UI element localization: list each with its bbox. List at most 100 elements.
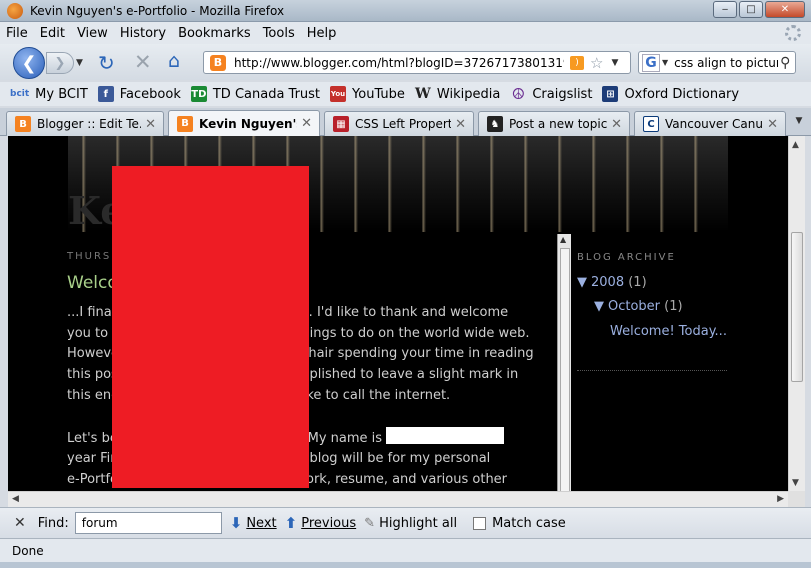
vertical-scrollbar[interactable]: ▲ ▼ (788, 136, 805, 491)
youtube-icon: You (330, 86, 347, 102)
close-button[interactable]: ✕ (765, 1, 805, 18)
menu-bar: File Edit View History Bookmarks Tools H… (0, 22, 811, 44)
archive-month-label[interactable]: October (608, 299, 660, 314)
match-case-label[interactable]: Match case (492, 516, 566, 531)
expand-triangle-icon[interactable]: ▼ (594, 299, 604, 314)
stop-icon: ✕ (134, 50, 152, 74)
tab-close-icon[interactable]: ✕ (767, 117, 778, 132)
wikipedia-icon: W (415, 86, 431, 102)
archive-year-count: (1) (628, 275, 647, 290)
scroll-up-icon[interactable]: ▲ (792, 140, 799, 150)
menu-help[interactable]: Help (307, 26, 337, 41)
search-bar[interactable]: G ▼ css align to picture ⚲ (638, 51, 796, 74)
sidebar-divider (577, 370, 727, 371)
google-icon[interactable]: G (642, 53, 660, 72)
minimize-button[interactable]: ‒ (713, 1, 737, 18)
reload-button[interactable]: ↻ (98, 51, 115, 75)
menu-file[interactable]: File (6, 26, 28, 41)
archive-year-label[interactable]: 2008 (591, 275, 624, 290)
bookmark-label: YouTube (352, 86, 405, 102)
history-dropdown-button[interactable]: ▼ (76, 58, 83, 68)
tab-list-button[interactable]: ▼ (791, 112, 807, 130)
tab-label: Post a new topic (509, 117, 608, 131)
home-button[interactable]: ⌂ (168, 50, 180, 72)
highlighter-icon: ✎ (364, 515, 376, 531)
back-button[interactable]: ❮ (13, 47, 45, 79)
forward-button[interactable]: ❯ (46, 52, 74, 74)
tab-close-icon[interactable]: ✕ (455, 117, 466, 132)
bookmark-star-icon[interactable]: ☆ (590, 54, 603, 72)
throbber-icon (785, 25, 801, 41)
menu-bookmarks[interactable]: Bookmarks (178, 26, 251, 41)
menu-history[interactable]: History (120, 26, 166, 41)
scrollbar-corner (788, 491, 805, 507)
bookmark-label: Facebook (119, 86, 181, 102)
post-date: THURS (67, 251, 112, 262)
bookmark-wikipedia[interactable]: W Wikipedia (415, 86, 500, 102)
find-previous-label: Previous (301, 515, 357, 531)
bookmark-label: Oxford Dictionary (624, 86, 740, 102)
maximize-button[interactable]: □ (739, 1, 763, 18)
archive-year-2008[interactable]: ▼ 2008 (1) (577, 275, 647, 290)
tab-css-left-property[interactable]: ▦ CSS Left Property ✕ (324, 111, 474, 136)
forum-icon: ♞ (487, 116, 503, 132)
tab-label: Kevin Nguyen's ... (199, 116, 297, 131)
bookmark-oxford-dictionary[interactable]: ⊞ Oxford Dictionary (602, 86, 739, 102)
peace-icon: ☮ (511, 85, 526, 103)
vertical-scroll-thumb[interactable] (791, 232, 803, 382)
tab-label: CSS Left Property (355, 117, 452, 131)
bookmark-my-bcit[interactable]: bcit My BCIT (10, 86, 88, 102)
up-arrow-icon: ⬆ (284, 514, 298, 532)
archive-month-count: (1) (664, 299, 683, 314)
tab-close-icon[interactable]: ✕ (301, 116, 312, 131)
search-icon[interactable]: ⚲ (780, 55, 790, 71)
search-engine-dropdown-icon[interactable]: ▼ (662, 58, 668, 67)
scroll-up-icon[interactable]: ▲ (560, 235, 566, 244)
status-text: Done (12, 543, 44, 558)
scroll-right-icon[interactable]: ▶ (777, 494, 784, 504)
scroll-left-icon[interactable]: ◀ (12, 494, 19, 504)
horizontal-scrollbar[interactable]: ◀ ▶ (8, 491, 788, 507)
reload-icon: ↻ (98, 51, 115, 75)
find-next-button[interactable]: ⬇ Next (230, 514, 277, 532)
tab-close-icon[interactable]: ✕ (611, 117, 622, 132)
bookmark-td-canada-trust[interactable]: TD TD Canada Trust (190, 86, 320, 102)
tab-close-icon[interactable]: ✕ (145, 117, 156, 132)
bookmark-facebook[interactable]: f Facebook (97, 86, 181, 102)
bcit-icon: bcit (10, 89, 30, 99)
scroll-down-icon[interactable]: ▼ (792, 478, 799, 488)
url-text[interactable]: http://www.blogger.com/html?blogID=37267… (234, 56, 564, 70)
facebook-icon: f (97, 86, 114, 102)
rss-icon[interactable]: ) (570, 55, 584, 70)
tab-post-new-topic[interactable]: ♞ Post a new topic ✕ (478, 111, 630, 136)
post-title[interactable]: Welco (67, 273, 118, 293)
url-bar[interactable]: B http://www.blogger.com/html?blogID=372… (203, 51, 631, 74)
back-arrow-icon: ❮ (21, 52, 37, 74)
post-scrollbar[interactable]: ▲ (557, 234, 571, 491)
title-bar: Kevin Nguyen's e-Portfolio - Mozilla Fir… (0, 0, 811, 22)
home-icon: ⌂ (168, 50, 181, 72)
name-redaction-highlight (386, 426, 505, 444)
tab-vancouver-canucks[interactable]: C Vancouver Canuc... ✕ (634, 111, 786, 136)
find-close-icon[interactable]: ✕ (14, 515, 26, 531)
search-input[interactable]: css align to picture (674, 56, 778, 70)
red-overlay-box (112, 166, 309, 488)
stop-button[interactable]: ✕ (134, 50, 152, 74)
match-case-checkbox[interactable] (473, 516, 487, 530)
tab-blogger-edit[interactable]: B Blogger :: Edit Te... ✕ (6, 111, 164, 136)
post-scroll-thumb[interactable] (560, 248, 570, 491)
expand-triangle-icon[interactable]: ▼ (577, 275, 587, 290)
highlight-all-button[interactable]: ✎ Highlight all (364, 516, 457, 531)
menu-edit[interactable]: Edit (40, 26, 65, 41)
url-dropdown-button[interactable]: ▼ (611, 58, 618, 68)
menu-view[interactable]: View (77, 26, 108, 41)
find-input[interactable]: forum (74, 512, 222, 534)
archive-month-october[interactable]: ▼ October (1) (594, 299, 683, 314)
tab-kevin-nguyen[interactable]: B Kevin Nguyen's ... ✕ (168, 110, 320, 136)
find-previous-button[interactable]: ⬆ Previous (285, 514, 357, 532)
find-label: Find: (37, 515, 69, 531)
archive-post-link[interactable]: Welcome! Today... (610, 324, 727, 339)
menu-tools[interactable]: Tools (263, 26, 295, 41)
bookmark-youtube[interactable]: You YouTube (330, 86, 405, 102)
bookmark-craigslist[interactable]: ☮ Craigslist (510, 85, 593, 103)
